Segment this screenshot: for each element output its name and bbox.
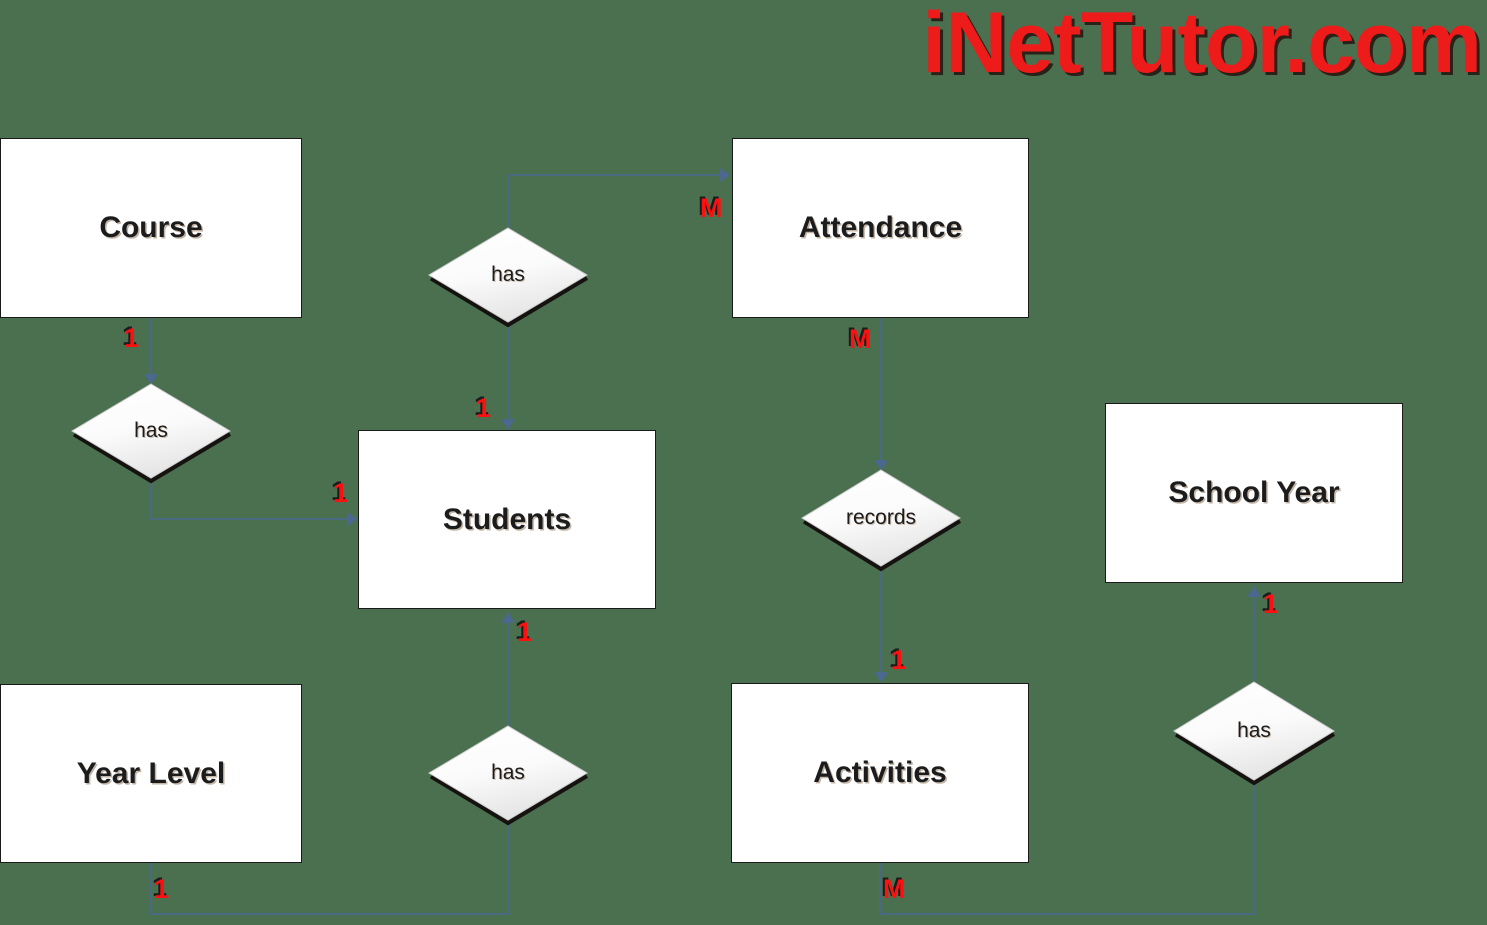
entity-activities[interactable]: Activities bbox=[731, 683, 1029, 863]
relationship-activities-schoolyear[interactable]: has bbox=[1173, 681, 1336, 786]
entity-label-course: Course bbox=[99, 211, 203, 244]
entity-label-yearlevel: Year Level bbox=[76, 756, 226, 790]
arrowhead-has-to-students bbox=[347, 512, 357, 526]
entity-schoolyear[interactable]: School Year bbox=[1105, 403, 1403, 583]
relationship-students-attendance[interactable]: has bbox=[428, 227, 589, 328]
cardinality-activities-top-1: 1 bbox=[891, 645, 907, 675]
cardinality-students-bot-1: 1 bbox=[517, 617, 533, 647]
entity-label-activities: Activities bbox=[813, 756, 947, 789]
entity-label-schoolyear: School Year bbox=[1168, 476, 1340, 509]
arrowhead-has-to-attendance bbox=[720, 168, 730, 182]
er-diagram-canvas: Course Attendance Students School Year Year … bbox=[0, 0, 1487, 925]
cardinality-schoolyear-1: 1 bbox=[1263, 589, 1279, 619]
entity-yearlevel[interactable]: Year Level bbox=[0, 684, 302, 863]
arrowhead-attendance-to-records bbox=[874, 460, 888, 470]
watermark-inettutor: iNetTutor.com bbox=[922, 0, 1482, 91]
cardinality-activities-bot-M: M bbox=[883, 874, 906, 904]
cardinality-attendance-M: M bbox=[700, 193, 723, 223]
arrowhead-has-to-students-top bbox=[501, 419, 515, 429]
cardinality-course-1: 1 bbox=[124, 323, 140, 353]
arrowhead-has-to-schoolyear bbox=[1247, 587, 1261, 597]
entity-students[interactable]: Students bbox=[358, 430, 656, 609]
connector-rel-to-attendance bbox=[507, 174, 728, 228]
relationship-course-students[interactable]: has bbox=[71, 383, 232, 484]
cardinality-yearlevel-1: 1 bbox=[154, 874, 170, 904]
arrowhead-has-to-students-bottom bbox=[501, 613, 515, 623]
cardinality-students-left-1: 1 bbox=[333, 478, 349, 508]
relationship-yearlevel-students[interactable]: has bbox=[428, 725, 589, 826]
entity-attendance[interactable]: Attendance bbox=[732, 138, 1029, 318]
arrowhead-course-to-has bbox=[144, 374, 158, 384]
entity-label-attendance: Attendance bbox=[798, 211, 963, 244]
cardinality-attendance-bot-M: M bbox=[849, 324, 872, 354]
arrowhead-records-to-activities bbox=[874, 672, 888, 682]
cardinality-students-top-1: 1 bbox=[476, 393, 492, 423]
entity-course[interactable]: Course bbox=[0, 138, 302, 318]
connector-rel-to-students bbox=[150, 478, 355, 520]
relationship-attendance-activities[interactable]: records bbox=[801, 469, 962, 572]
entity-label-students: Students bbox=[442, 502, 572, 536]
